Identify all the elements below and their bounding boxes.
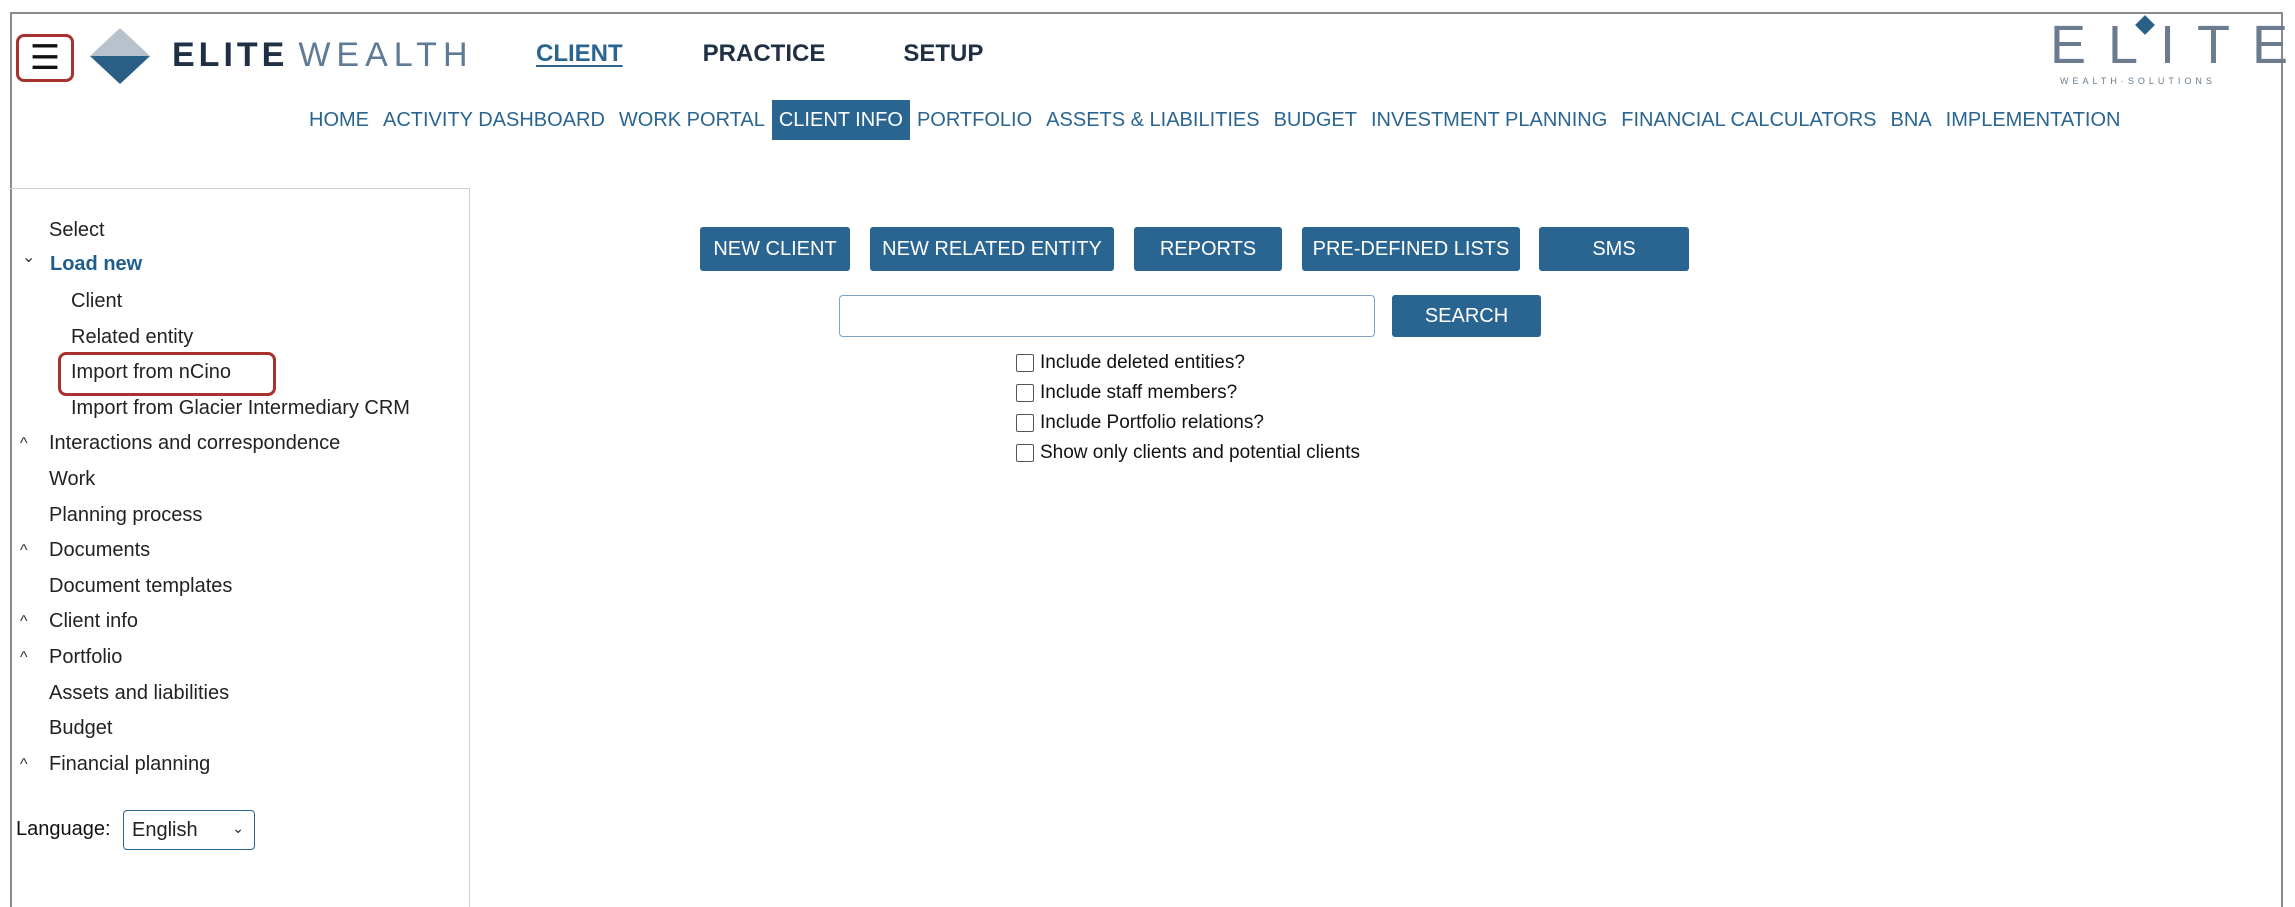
brand-logo-text: ELITE WEALTH xyxy=(172,36,474,75)
filter-include-staff: Include staff members? xyxy=(1016,382,1237,404)
sidebar-item-assets-liabilities[interactable]: Assets and liabilities xyxy=(49,682,229,705)
subnav-portfolio[interactable]: PORTFOLIO xyxy=(910,100,1039,140)
new-client-button[interactable]: NEW CLIENT xyxy=(700,227,850,271)
subnav-bna[interactable]: BNA xyxy=(1884,100,1939,140)
logo-wealth-text: WEALTH xyxy=(298,36,474,74)
sidebar-item-portfolio[interactable]: Portfolio xyxy=(49,646,122,669)
search-input[interactable] xyxy=(839,295,1375,337)
topnav-setup[interactable]: SETUP xyxy=(903,40,983,68)
brand-right-subtitle: WEALTH·SOLUTIONS xyxy=(2060,76,2216,86)
language-selected-value: English xyxy=(132,818,198,841)
include-deleted-checkbox[interactable] xyxy=(1016,354,1034,372)
subnav-assets-liabilities[interactable]: ASSETS & LIABILITIES xyxy=(1039,100,1266,140)
hamburger-menu-button[interactable]: ☰ xyxy=(16,34,74,82)
chevron-up-icon[interactable]: ^ xyxy=(20,435,28,453)
only-clients-checkbox[interactable] xyxy=(1016,444,1034,462)
section-navigation: HOME ACTIVITY DASHBOARD WORK PORTAL CLIE… xyxy=(302,100,2127,140)
language-label: Language: xyxy=(16,818,111,840)
sidebar-item-client[interactable]: Client xyxy=(71,290,122,313)
language-select[interactable]: English ⌄ xyxy=(123,810,255,850)
include-staff-checkbox[interactable] xyxy=(1016,384,1034,402)
logo-elite-text: ELITE xyxy=(172,36,289,74)
topnav-client[interactable]: CLIENT xyxy=(536,40,623,68)
sidebar-item-documents[interactable]: Documents xyxy=(49,539,150,562)
sidebar-item-client-info[interactable]: Client info xyxy=(49,610,138,633)
new-related-entity-button[interactable]: NEW RELATED ENTITY xyxy=(870,227,1114,271)
reports-button[interactable]: REPORTS xyxy=(1134,227,1282,271)
include-deleted-label: Include deleted entities? xyxy=(1040,352,1245,373)
elite-wealth-solutions-logo: ELITE WEALTH·SOLUTIONS xyxy=(2050,15,2288,92)
sidebar-item-select[interactable]: Select xyxy=(49,219,105,242)
include-staff-label: Include staff members? xyxy=(1040,382,1238,403)
sms-button[interactable]: SMS xyxy=(1539,227,1689,271)
only-clients-label: Show only clients and potential clients xyxy=(1040,442,1361,463)
sidebar-item-related-entity[interactable]: Related entity xyxy=(71,326,193,349)
subnav-financial-calculators[interactable]: FINANCIAL CALCULATORS xyxy=(1614,100,1883,140)
sidebar-item-budget[interactable]: Budget xyxy=(49,717,112,740)
highlight-import-ncino xyxy=(58,352,276,396)
chevron-up-icon[interactable]: ^ xyxy=(20,542,28,560)
filter-include-deleted: Include deleted entities? xyxy=(1016,352,1245,374)
top-navigation: CLIENT PRACTICE SETUP xyxy=(536,40,983,68)
sidebar-item-interactions[interactable]: Interactions and correspondence xyxy=(49,432,340,455)
subnav-investment-planning[interactable]: INVESTMENT PLANNING xyxy=(1364,100,1614,140)
subnav-home[interactable]: HOME xyxy=(302,100,376,140)
sidebar-item-import-glacier[interactable]: Import from Glacier Intermediary CRM xyxy=(71,397,410,420)
topnav-practice[interactable]: PRACTICE xyxy=(703,40,826,68)
filter-only-clients: Show only clients and potential clients xyxy=(1016,442,1360,464)
chevron-down-icon: ⌄ xyxy=(232,820,244,836)
chevron-up-icon[interactable]: ^ xyxy=(20,649,28,667)
chevron-up-icon[interactable]: ^ xyxy=(20,756,28,774)
sidebar-item-work[interactable]: Work xyxy=(49,468,95,491)
sidebar-item-financial-planning[interactable]: Financial planning xyxy=(49,753,210,776)
sidebar-item-planning-process[interactable]: Planning process xyxy=(49,504,202,527)
subnav-implementation[interactable]: IMPLEMENTATION xyxy=(1939,100,2128,140)
filter-include-portfolio-relations: Include Portfolio relations? xyxy=(1016,412,1264,434)
elite-wealth-logo-icon xyxy=(90,28,150,84)
chevron-down-icon[interactable]: ⌄ xyxy=(22,247,35,267)
search-button[interactable]: SEARCH xyxy=(1392,295,1541,337)
sidebar-item-load-new[interactable]: Load new xyxy=(50,253,142,276)
hamburger-icon: ☰ xyxy=(29,39,61,77)
predefined-lists-button[interactable]: PRE-DEFINED LISTS xyxy=(1302,227,1520,271)
subnav-client-info[interactable]: CLIENT INFO xyxy=(771,100,910,140)
subnav-budget[interactable]: BUDGET xyxy=(1267,100,1364,140)
include-portfolio-relations-label: Include Portfolio relations? xyxy=(1040,412,1264,433)
include-portfolio-relations-checkbox[interactable] xyxy=(1016,414,1034,432)
subnav-activity-dashboard[interactable]: ACTIVITY DASHBOARD xyxy=(376,100,612,140)
chevron-up-icon[interactable]: ^ xyxy=(20,613,28,631)
sidebar-item-document-templates[interactable]: Document templates xyxy=(49,575,232,598)
sidebar: Select ⌄ Load new Client Related entity … xyxy=(10,188,470,907)
subnav-work-portal[interactable]: WORK PORTAL xyxy=(612,100,772,140)
